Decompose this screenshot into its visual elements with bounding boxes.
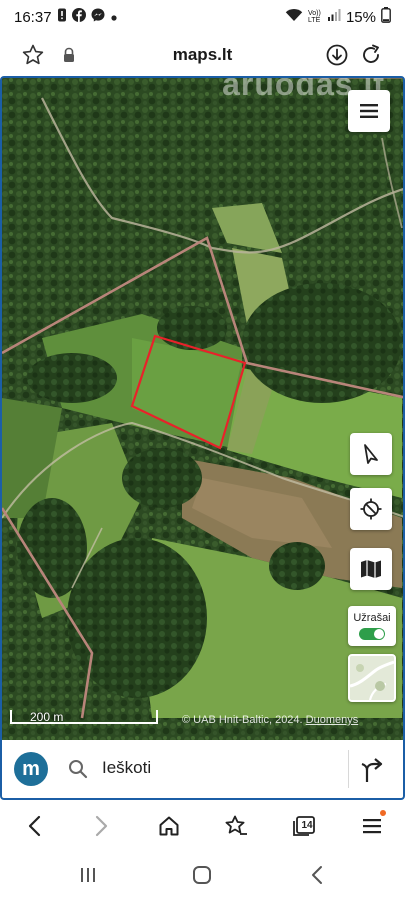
- battery-icon: [381, 7, 391, 27]
- network-label: Vo)) LTE: [307, 10, 321, 24]
- notes-label: Užrašai: [353, 612, 391, 624]
- status-time: 16:37: [14, 8, 52, 26]
- recents-icon[interactable]: [76, 864, 100, 886]
- tab-count: 14: [301, 819, 313, 831]
- menu-icon[interactable]: [358, 810, 386, 840]
- wifi-icon: [285, 8, 303, 26]
- minimap-image: [350, 656, 394, 700]
- notes-toggle[interactable]: Užrašai: [348, 606, 396, 646]
- search-bar[interactable]: m Ieškoti: [2, 740, 403, 798]
- download-icon[interactable]: [324, 42, 350, 68]
- status-bar: 16:37 Vo)) LTE 15%: [0, 0, 405, 34]
- toggle-knob: [374, 629, 384, 639]
- forward-icon[interactable]: [88, 812, 116, 840]
- compass-button[interactable]: [350, 433, 392, 475]
- notification-dot: [380, 810, 386, 816]
- route-icon[interactable]: [360, 755, 384, 788]
- minimap-thumbnail[interactable]: [348, 654, 396, 702]
- maps-logo[interactable]: m: [14, 752, 48, 786]
- system-back-icon[interactable]: [305, 864, 329, 886]
- system-nav-bar: [0, 850, 405, 900]
- crosshair-icon: [360, 498, 382, 520]
- reload-icon[interactable]: [358, 42, 384, 68]
- attribution-text: © UAB Hnit-Baltic, 2024.: [182, 714, 303, 726]
- map-view[interactable]: aruodas.lt Užrašai 200 m © UAB Hnit-Balt…: [0, 76, 405, 800]
- notes-switch[interactable]: [359, 628, 385, 640]
- bookmarks-icon[interactable]: [222, 812, 250, 840]
- satellite-map[interactable]: [2, 78, 405, 800]
- menu-button[interactable]: [348, 90, 390, 132]
- home-icon[interactable]: [155, 812, 183, 840]
- compass-arrow-icon: [364, 444, 378, 464]
- locate-button[interactable]: [350, 488, 392, 530]
- scale-label: 200 m: [30, 710, 64, 724]
- back-icon[interactable]: [20, 812, 48, 840]
- map-attribution: © UAB Hnit-Baltic, 2024. Duomenys: [182, 714, 358, 726]
- alert-icon: [57, 8, 67, 26]
- search-divider: [348, 750, 349, 788]
- address-bar[interactable]: maps.lt: [0, 34, 405, 76]
- battery-percent: 15%: [345, 8, 376, 26]
- dot-icon: [110, 9, 118, 26]
- map-layers-icon: [361, 560, 381, 578]
- tabs-icon[interactable]: 14: [290, 812, 318, 840]
- system-home-icon[interactable]: [190, 864, 214, 886]
- hamburger-icon: [360, 104, 378, 118]
- layers-button[interactable]: [350, 548, 392, 590]
- search-icon: [68, 759, 88, 784]
- search-input[interactable]: Ieškoti: [102, 758, 151, 778]
- signal-icon: [327, 8, 341, 26]
- attribution-link[interactable]: Duomenys: [306, 714, 359, 726]
- messenger-icon: [91, 8, 105, 26]
- facebook-icon: [71, 8, 86, 26]
- browser-nav-bar: 14: [0, 800, 405, 850]
